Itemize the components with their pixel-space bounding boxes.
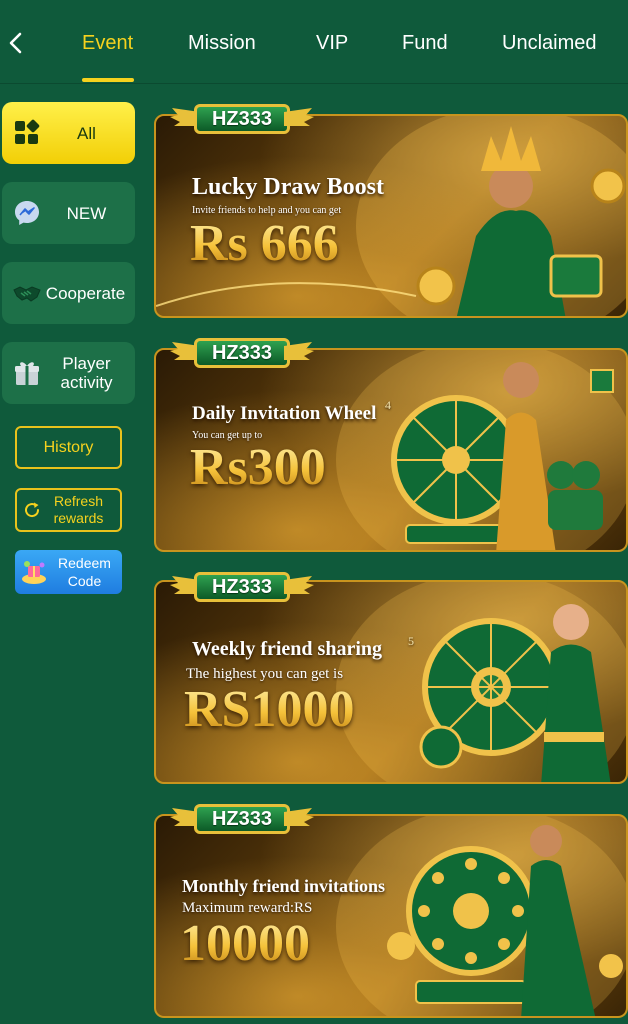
- active-tab-indicator: [82, 78, 134, 82]
- refresh-icon: [25, 502, 40, 518]
- logo-text: HZ333: [194, 572, 290, 602]
- redeem-gift-icon: [22, 561, 46, 584]
- banner-badge: 4: [385, 398, 391, 412]
- tab-event[interactable]: Event: [82, 30, 133, 56]
- event-banner-daily-wheel[interactable]: Daily Invitation Wheel You can get up to…: [154, 348, 628, 552]
- tab-mission[interactable]: Mission: [188, 30, 256, 56]
- handshake-icon: [13, 286, 41, 302]
- banner-amount: 10000: [180, 915, 310, 972]
- tab-fund[interactable]: Fund: [402, 30, 448, 56]
- brand-logo: HZ333: [168, 102, 316, 138]
- right-wing-icon: [284, 808, 314, 826]
- logo-text: HZ333: [194, 338, 290, 368]
- banner-title: Weekly friend sharing: [192, 638, 383, 660]
- sidebar-item-label: All: [77, 123, 96, 143]
- sidebar-item-cooperate[interactable]: Cooperate: [2, 262, 135, 324]
- gift-box-icon: [15, 362, 39, 385]
- banner-title: Lucky Draw Boost: [192, 174, 385, 200]
- brand-logo: HZ333: [168, 802, 316, 838]
- redeem-code-button[interactable]: Redeem Code: [15, 550, 122, 594]
- logo-text: HZ333: [194, 804, 290, 834]
- event-banner-weekly-sharing[interactable]: Weekly friend sharing The highest you ca…: [154, 580, 628, 784]
- event-banner-monthly-invitations[interactable]: Monthly friend invitations Maximum rewar…: [154, 814, 628, 1018]
- history-button[interactable]: History: [15, 426, 122, 469]
- refresh-rewards-label: Refresh rewards: [53, 493, 104, 526]
- banner-title: Daily Invitation Wheel: [192, 403, 377, 424]
- tab-vip[interactable]: VIP: [316, 30, 348, 56]
- sidebar-item-all[interactable]: All: [2, 102, 135, 164]
- banner-badge: 5: [408, 634, 414, 648]
- banner-amount: Rs300: [190, 439, 326, 496]
- logo-text: HZ333: [194, 104, 290, 134]
- sidebar-item-label: Cooperate: [45, 283, 126, 303]
- brand-logo: HZ333: [168, 570, 316, 606]
- tab-unclaimed[interactable]: Unclaimed: [502, 30, 596, 56]
- banner-amount: Rs 666: [190, 215, 339, 272]
- top-nav: Event Mission VIP Fund Unclaimed: [0, 0, 628, 84]
- banner-title: Monthly friend invitations: [182, 876, 386, 896]
- history-label: History: [43, 438, 94, 456]
- banner-amount: RS1000: [184, 681, 355, 738]
- sidebar-item-label: Player activity: [60, 354, 113, 392]
- sidebar-item-new[interactable]: NEW: [2, 182, 135, 244]
- right-wing-icon: [284, 342, 314, 360]
- chevron-left-icon: [9, 32, 22, 54]
- messenger-icon: [15, 201, 39, 225]
- event-banner-lucky-draw[interactable]: Lucky Draw Boost Invite friends to help …: [154, 114, 628, 318]
- right-wing-icon: [284, 576, 314, 594]
- refresh-rewards-button[interactable]: Refresh rewards: [15, 488, 122, 532]
- grid-icon: [15, 119, 40, 144]
- back-button[interactable]: [6, 28, 30, 58]
- redeem-code-label: Redeem Code: [58, 555, 111, 589]
- sidebar-item-player-activity[interactable]: Player activity: [2, 342, 135, 404]
- right-wing-icon: [284, 108, 314, 126]
- brand-logo: HZ333: [168, 336, 316, 372]
- sidebar-item-label: NEW: [66, 203, 107, 223]
